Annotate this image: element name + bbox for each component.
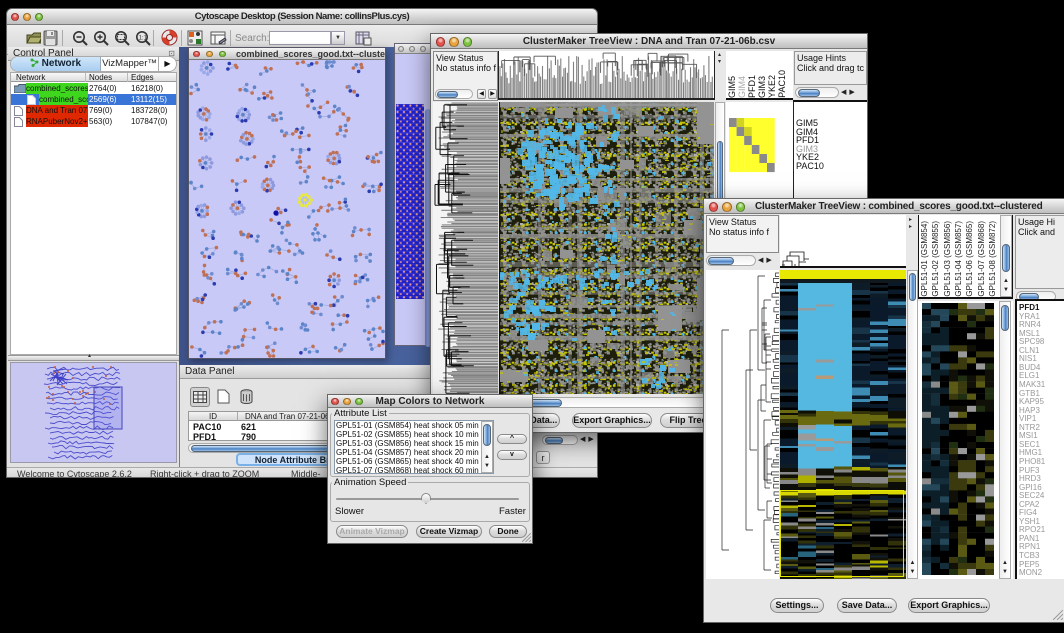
svg-text:1:1: 1:1: [139, 36, 148, 42]
